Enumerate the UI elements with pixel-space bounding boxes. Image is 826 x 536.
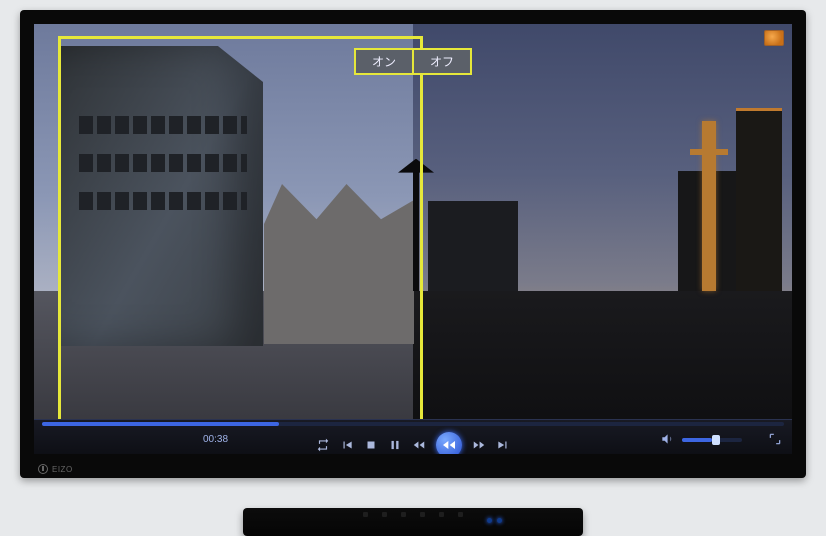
step-forward-icon[interactable] (472, 438, 486, 452)
video-player-bar: 00:38 (34, 419, 792, 454)
monitor-bezel: オン オフ 00:38 (20, 10, 806, 478)
volume-thumb[interactable] (712, 435, 720, 445)
toggle-off-button[interactable]: オフ (412, 50, 470, 73)
step-back-icon[interactable] (412, 438, 426, 452)
building-right-3 (736, 108, 782, 291)
fullscreen-icon[interactable] (768, 432, 782, 446)
tower-structure (702, 121, 716, 291)
toggle-on-button[interactable]: オン (356, 50, 412, 73)
building-main (58, 46, 263, 346)
volume-slider[interactable] (682, 438, 742, 442)
current-time-label: 00:38 (203, 434, 228, 445)
display-mode-icon[interactable] (764, 30, 784, 46)
prev-track-icon[interactable] (340, 438, 354, 452)
progress-track[interactable] (42, 422, 784, 426)
brand-logo-icon (38, 464, 48, 474)
monitor-brand-label: EIZO (38, 464, 73, 474)
pause-icon[interactable] (388, 438, 402, 452)
repeat-icon[interactable] (316, 438, 330, 452)
monitor-stand (243, 508, 583, 536)
building-right-1 (428, 201, 518, 291)
monitor-osd-buttons[interactable] (363, 512, 463, 517)
stop-icon[interactable] (364, 438, 378, 452)
on-off-toggle[interactable]: オン オフ (354, 48, 472, 75)
player-controls (316, 432, 510, 454)
next-track-icon[interactable] (496, 438, 510, 452)
volume-fill (682, 438, 712, 442)
speaker-icon[interactable] (660, 432, 674, 446)
rewind-main-button[interactable] (436, 432, 462, 454)
screen-content: オン オフ 00:38 (34, 24, 792, 454)
street-lamp (413, 171, 419, 291)
progress-fill (42, 422, 279, 426)
